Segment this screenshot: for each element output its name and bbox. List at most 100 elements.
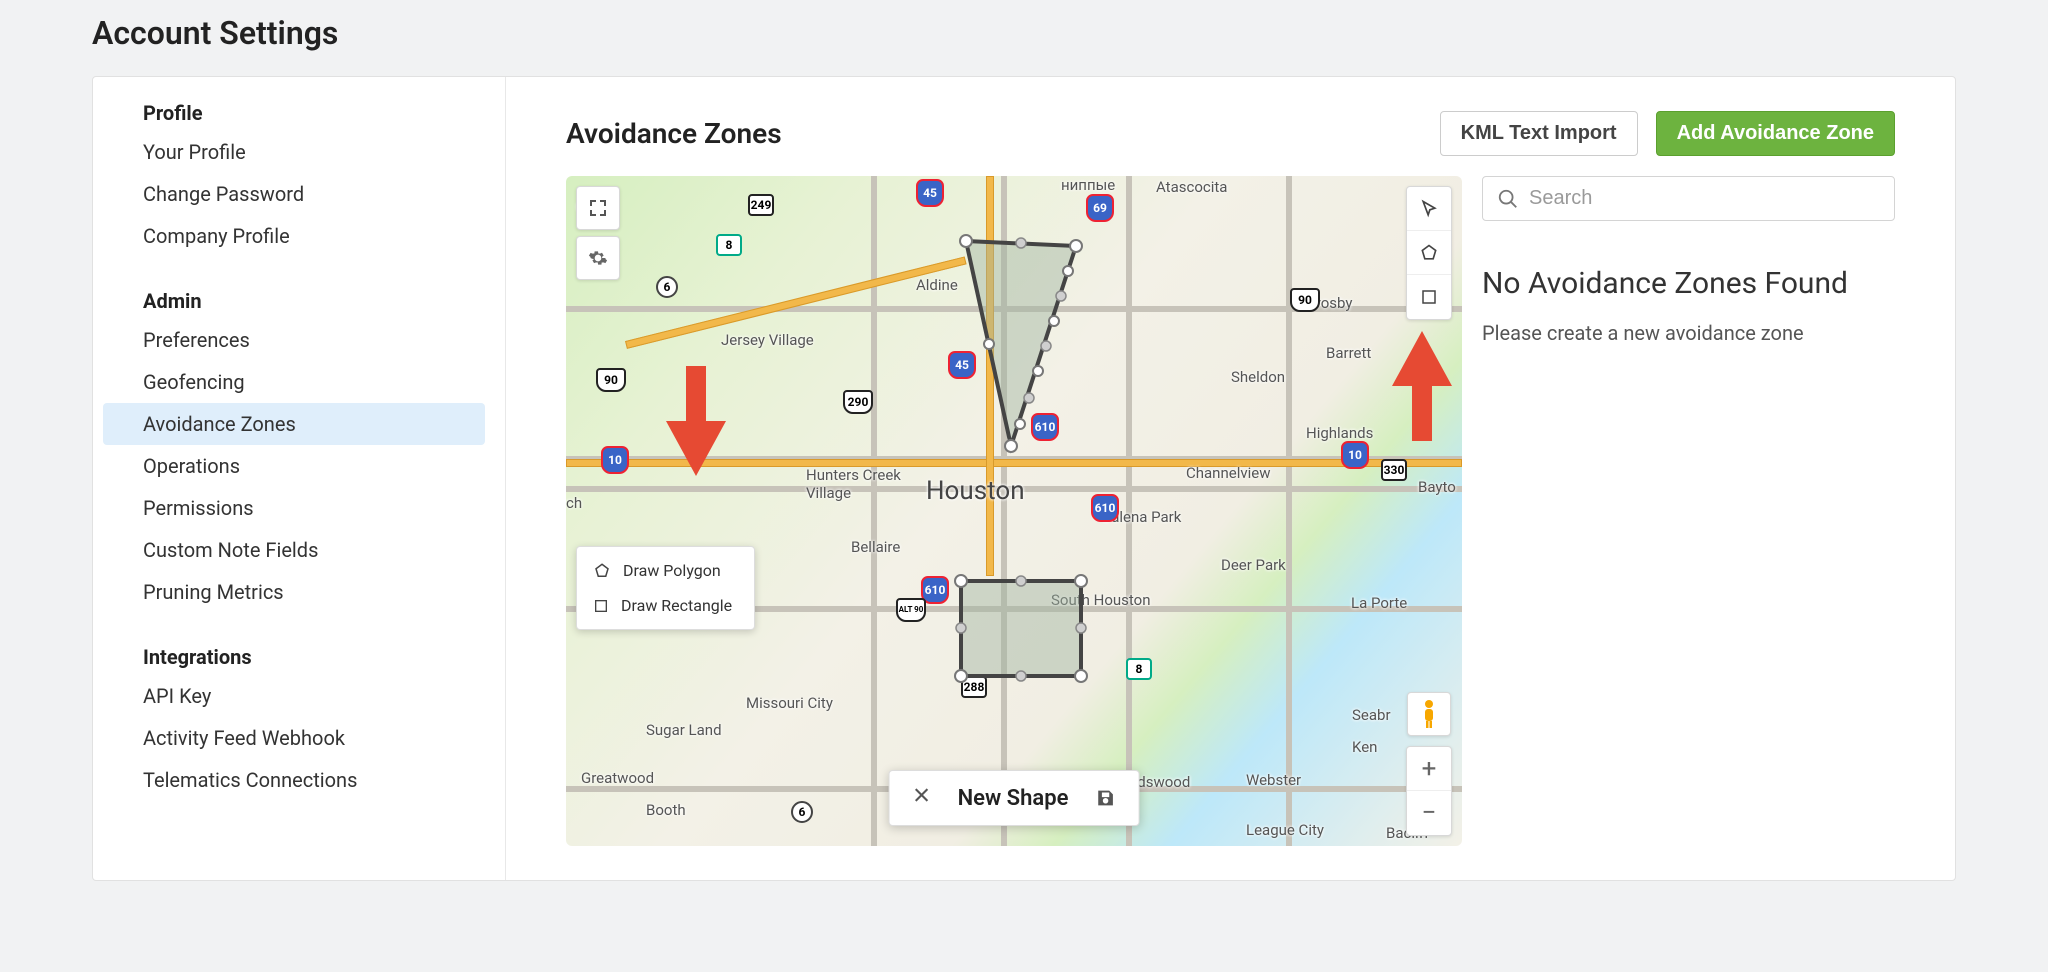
shape-save-button[interactable]	[1094, 787, 1116, 809]
shape-bar-label: New Shape	[958, 786, 1069, 811]
sidebar-item-api-key[interactable]: API Key	[103, 675, 485, 717]
shield-i610-se: 610	[1091, 494, 1119, 522]
zone-search[interactable]	[1482, 176, 1895, 221]
street-view-pegman[interactable]	[1407, 692, 1451, 736]
empty-state-title: No Avoidance Zones Found	[1482, 265, 1895, 303]
sidebar-heading-profile: Profile	[103, 95, 485, 131]
map-settings-button[interactable]	[576, 236, 620, 280]
section-title: Avoidance Zones	[566, 117, 782, 150]
fullscreen-icon	[588, 198, 608, 218]
shield-i69: 69	[1086, 194, 1114, 222]
map-label-houston: Houston	[926, 476, 1025, 506]
sidebar-heading-integrations: Integrations	[103, 639, 485, 675]
map-label-missouri-city: Missouri City	[746, 694, 833, 712]
sidebar-item-pruning-metrics[interactable]: Pruning Metrics	[103, 571, 485, 613]
map-label-hunters-creek: Hunters Creek Village	[806, 466, 906, 502]
save-icon	[1094, 787, 1116, 809]
map-label-greatwood: Greatwood	[581, 769, 654, 787]
map-draw-toolbar	[1406, 186, 1452, 320]
plus-icon: +	[1422, 754, 1437, 784]
map-tool-rectangle[interactable]	[1407, 275, 1451, 319]
map-label-barrett: Barrett	[1326, 344, 1371, 362]
sidebar-heading-admin: Admin	[103, 283, 485, 319]
map-fullscreen-button[interactable]	[576, 186, 620, 230]
context-draw-rectangle[interactable]: Draw Rectangle	[577, 588, 754, 623]
shield-tx249: 249	[748, 194, 774, 216]
settings-sidebar: Profile Your Profile Change Password Com…	[93, 77, 506, 880]
search-input[interactable]	[1529, 187, 1880, 210]
main-content: Avoidance Zones KML Text Import Add Avoi…	[506, 77, 1955, 880]
zoom-in-button[interactable]: +	[1407, 747, 1451, 791]
shield-i610-ne: 610	[1031, 413, 1059, 441]
map-label-seabr: Seabr	[1352, 706, 1391, 724]
map-label-ch: ch	[566, 494, 582, 512]
sidebar-item-operations[interactable]: Operations	[103, 445, 485, 487]
map-label-la-porte: La Porte	[1351, 594, 1407, 612]
close-icon	[912, 785, 932, 805]
sidebar-item-preferences[interactable]: Preferences	[103, 319, 485, 361]
context-rectangle-label: Draw Rectangle	[621, 596, 732, 615]
map-zoom-control: + −	[1406, 746, 1452, 836]
map-tool-pointer[interactable]	[1407, 187, 1451, 231]
polygon-icon	[1419, 243, 1439, 263]
gear-icon	[588, 248, 608, 268]
map-label-south-houston: South Houston	[1051, 591, 1151, 609]
map-label-sheldon: Sheldon	[1231, 368, 1285, 386]
map-label-webster: Webster	[1246, 771, 1301, 789]
sidebar-item-company-profile[interactable]: Company Profile	[103, 215, 485, 257]
shield-alt90: ALT 90	[896, 598, 926, 622]
map-label-atascocita: Atascocita	[1156, 178, 1227, 196]
minus-icon: −	[1422, 798, 1437, 828]
shield-c6-sw: 6	[791, 801, 813, 823]
shield-c8-se: 8	[1126, 658, 1152, 680]
new-shape-bar: New Shape	[889, 770, 1140, 826]
settings-panel: Profile Your Profile Change Password Com…	[92, 76, 1956, 881]
map-tool-polygon[interactable]	[1407, 231, 1451, 275]
sidebar-item-avoidance-zones[interactable]: Avoidance Zones	[103, 403, 485, 445]
map-label-channelview: Channelview	[1186, 464, 1271, 482]
shield-i10-right: 10	[1341, 441, 1369, 469]
empty-state-subtitle: Please create a new avoidance zone	[1482, 319, 1895, 347]
context-polygon-label: Draw Polygon	[623, 561, 721, 580]
zoom-out-button[interactable]: −	[1407, 791, 1451, 835]
pointer-icon	[1419, 199, 1439, 219]
sidebar-item-telematics-connections[interactable]: Telematics Connections	[103, 759, 485, 801]
pegman-icon	[1418, 699, 1440, 729]
add-avoidance-zone-button[interactable]: Add Avoidance Zone	[1656, 111, 1895, 156]
sidebar-item-geofencing[interactable]: Geofencing	[103, 361, 485, 403]
shield-us90-e: 90	[1290, 288, 1320, 312]
draw-context-menu: Draw Polygon Draw Rectangle	[576, 546, 755, 630]
sidebar-item-activity-feed-webhook[interactable]: Activity Feed Webhook	[103, 717, 485, 759]
sidebar-item-permissions[interactable]: Permissions	[103, 487, 485, 529]
map-label-sugar-land: Sugar Land	[646, 721, 722, 739]
shield-tx330: 330	[1381, 459, 1407, 481]
context-draw-polygon[interactable]: Draw Polygon	[577, 553, 754, 588]
map-label-league-city: League City	[1246, 821, 1324, 839]
rectangle-icon	[1420, 288, 1438, 306]
map-canvas[interactable]: Houston Aldine Jersey Village Hunters Cr…	[566, 176, 1462, 846]
page-title: Account Settings	[92, 0, 1956, 76]
search-icon	[1497, 188, 1519, 210]
shield-i45-top: 45	[916, 179, 944, 207]
kml-text-import-button[interactable]: KML Text Import	[1440, 111, 1638, 156]
sidebar-item-custom-note-fields[interactable]: Custom Note Fields	[103, 529, 485, 571]
map-label-bayto: Bayto	[1418, 478, 1456, 496]
shape-cancel-button[interactable]	[912, 785, 932, 811]
shield-us90-w: 90	[596, 368, 626, 392]
shield-c8-nw: 8	[716, 234, 742, 256]
annotation-arrow-down	[666, 366, 726, 476]
map-label-bellaire: Bellaire	[851, 538, 900, 556]
map-label-humble: ниппые	[1061, 176, 1115, 194]
map-label-highlands: Highlands	[1306, 424, 1373, 442]
shield-i10-left: 10	[601, 446, 629, 474]
sidebar-item-your-profile[interactable]: Your Profile	[103, 131, 485, 173]
map-label-aldine: Aldine	[916, 276, 958, 294]
shield-tx288: 288	[961, 676, 987, 698]
shield-i45-mid: 45	[948, 351, 976, 379]
shield-us290: 290	[843, 390, 873, 414]
shield-c6-w: 6	[656, 276, 678, 298]
map-label-ken: Ken	[1352, 738, 1377, 756]
sidebar-item-change-password[interactable]: Change Password	[103, 173, 485, 215]
map-label-jersey-village: Jersey Village	[721, 331, 814, 349]
map-label-deer-park: Deer Park	[1221, 556, 1286, 574]
